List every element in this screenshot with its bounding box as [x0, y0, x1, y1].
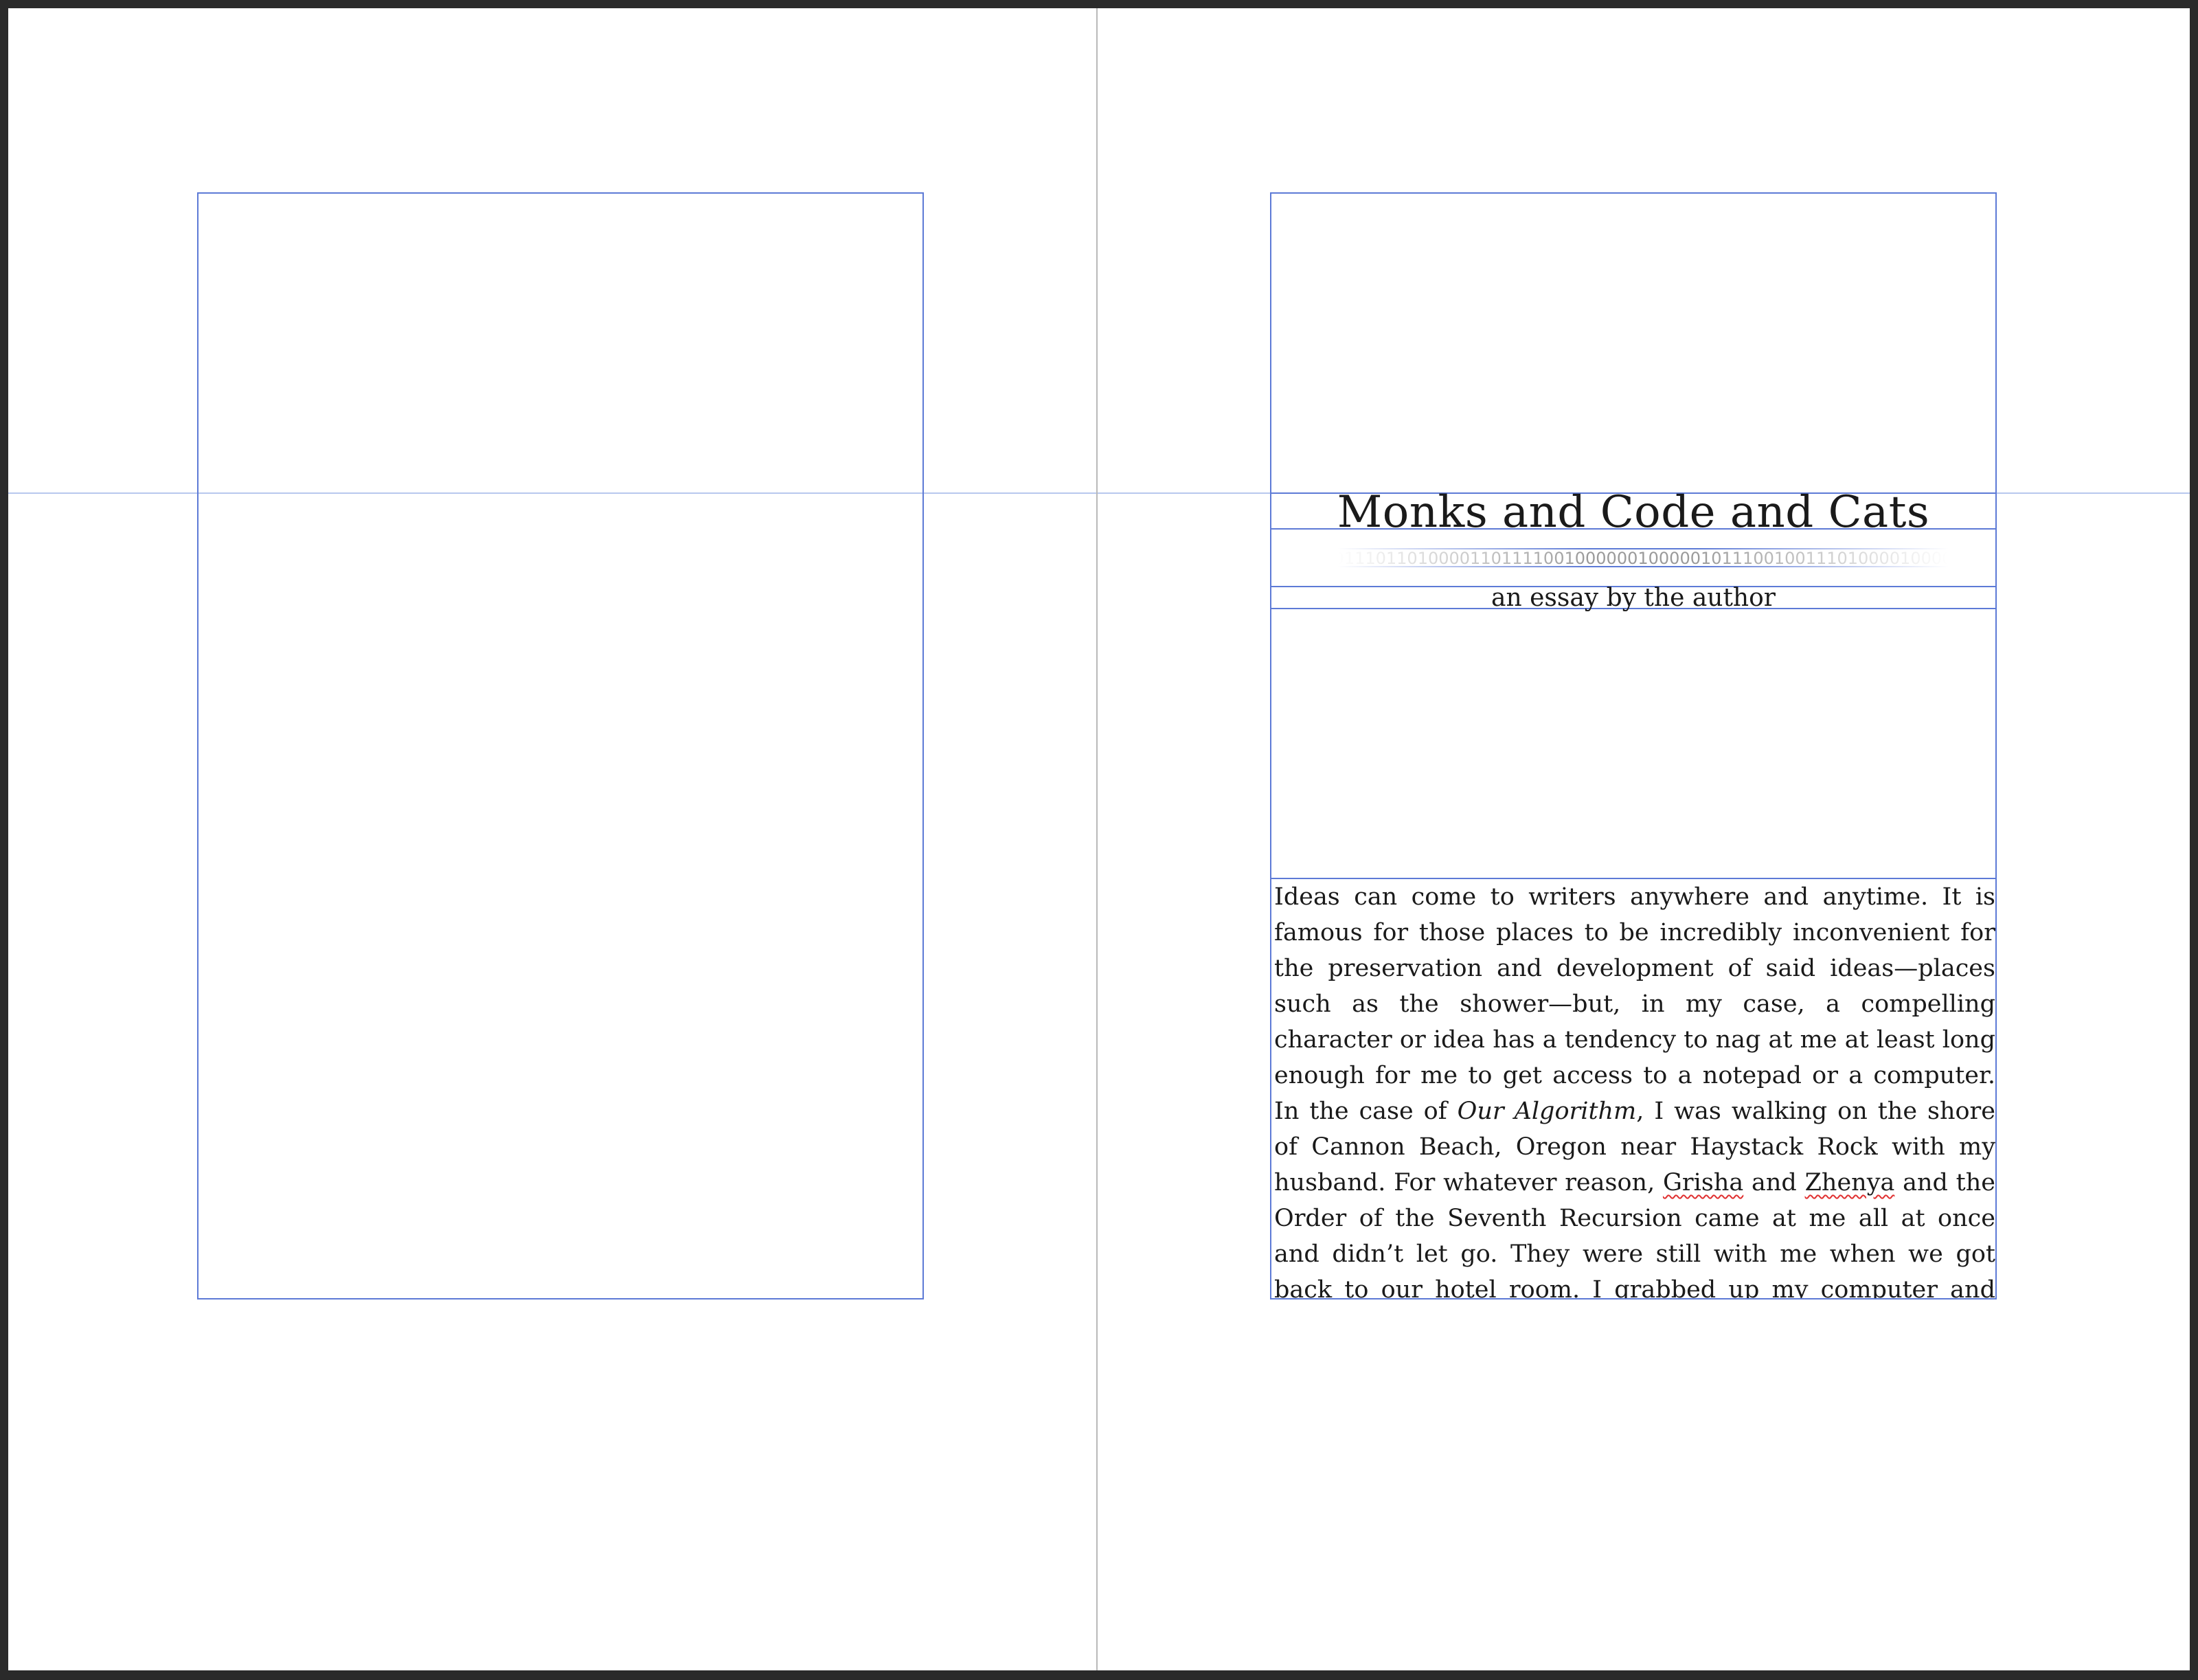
binary-ornament-frame[interactable]: 0000101011101101000011011110010000001000… — [1098, 548, 2188, 567]
body-text-frame[interactable]: Ideas can come to writers anywhere and a… — [1270, 878, 1997, 1299]
book-title-italic: Our Algorithm — [1457, 1098, 1637, 1125]
title-text-frame[interactable]: Monks and Code and Cats — [1270, 490, 1997, 534]
body-text-part-1: Ideas can come to writers anywhere and a… — [1274, 883, 1995, 1125]
body-paragraph: Ideas can come to writers anywhere and a… — [1274, 879, 1995, 1298]
spellcheck-word-zhenya: Zhenya — [1804, 1169, 1895, 1196]
document-subtitle: an essay by the author — [1491, 584, 1776, 612]
left-page-margin-frame[interactable] — [197, 192, 924, 1299]
document-canvas[interactable]: Monks and Code and Cats 0000101011101101… — [0, 0, 2198, 1680]
document-title: Monks and Code and Cats — [1337, 487, 1930, 538]
body-text-part-3: and — [1743, 1169, 1805, 1196]
spellcheck-word-grisha: Grisha — [1662, 1169, 1744, 1196]
subtitle-text-frame[interactable]: an essay by the author — [1270, 584, 1997, 612]
page-spine — [1096, 8, 1098, 1670]
binary-ornament-text: 0000101011101101000011011110010000001000… — [1260, 549, 2026, 567]
